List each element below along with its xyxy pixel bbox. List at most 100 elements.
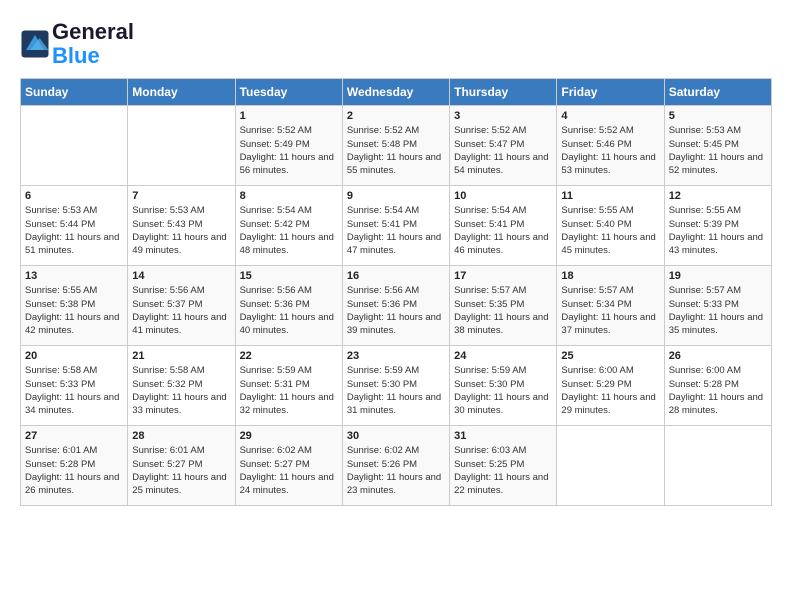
header-day: Sunday xyxy=(21,79,128,106)
day-number: 2 xyxy=(347,110,445,122)
calendar-week-row: 20 Sunrise: 5:58 AMSunset: 5:33 PMDaylig… xyxy=(21,346,772,426)
calendar-cell: 20 Sunrise: 5:58 AMSunset: 5:33 PMDaylig… xyxy=(21,346,128,426)
header-day: Tuesday xyxy=(235,79,342,106)
day-detail: Sunrise: 5:55 AMSunset: 5:40 PMDaylight:… xyxy=(561,204,659,257)
day-detail: Sunrise: 5:56 AMSunset: 5:36 PMDaylight:… xyxy=(240,284,338,337)
calendar-cell: 6 Sunrise: 5:53 AMSunset: 5:44 PMDayligh… xyxy=(21,186,128,266)
day-detail: Sunrise: 5:59 AMSunset: 5:31 PMDaylight:… xyxy=(240,364,338,417)
logo-text: GeneralBlue xyxy=(52,20,134,68)
calendar-cell: 14 Sunrise: 5:56 AMSunset: 5:37 PMDaylig… xyxy=(128,266,235,346)
calendar-body: 1 Sunrise: 5:52 AMSunset: 5:49 PMDayligh… xyxy=(21,106,772,506)
day-number: 10 xyxy=(454,190,552,202)
calendar-week-row: 6 Sunrise: 5:53 AMSunset: 5:44 PMDayligh… xyxy=(21,186,772,266)
calendar-table: SundayMondayTuesdayWednesdayThursdayFrid… xyxy=(20,78,772,506)
day-number: 27 xyxy=(25,430,123,442)
day-detail: Sunrise: 5:53 AMSunset: 5:43 PMDaylight:… xyxy=(132,204,230,257)
logo: GeneralBlue xyxy=(20,20,134,68)
day-number: 5 xyxy=(669,110,767,122)
calendar-cell: 13 Sunrise: 5:55 AMSunset: 5:38 PMDaylig… xyxy=(21,266,128,346)
day-number: 11 xyxy=(561,190,659,202)
day-detail: Sunrise: 5:53 AMSunset: 5:45 PMDaylight:… xyxy=(669,124,767,177)
header-day: Saturday xyxy=(664,79,771,106)
day-number: 13 xyxy=(25,270,123,282)
day-number: 24 xyxy=(454,350,552,362)
day-detail: Sunrise: 6:01 AMSunset: 5:27 PMDaylight:… xyxy=(132,444,230,497)
day-detail: Sunrise: 5:54 AMSunset: 5:41 PMDaylight:… xyxy=(454,204,552,257)
day-number: 17 xyxy=(454,270,552,282)
day-detail: Sunrise: 5:59 AMSunset: 5:30 PMDaylight:… xyxy=(454,364,552,417)
calendar-cell: 21 Sunrise: 5:58 AMSunset: 5:32 PMDaylig… xyxy=(128,346,235,426)
calendar-cell: 15 Sunrise: 5:56 AMSunset: 5:36 PMDaylig… xyxy=(235,266,342,346)
header-day: Thursday xyxy=(450,79,557,106)
day-detail: Sunrise: 5:54 AMSunset: 5:42 PMDaylight:… xyxy=(240,204,338,257)
calendar-cell xyxy=(664,426,771,506)
calendar-cell: 18 Sunrise: 5:57 AMSunset: 5:34 PMDaylig… xyxy=(557,266,664,346)
day-detail: Sunrise: 5:53 AMSunset: 5:44 PMDaylight:… xyxy=(25,204,123,257)
day-detail: Sunrise: 6:00 AMSunset: 5:29 PMDaylight:… xyxy=(561,364,659,417)
day-detail: Sunrise: 5:56 AMSunset: 5:37 PMDaylight:… xyxy=(132,284,230,337)
day-number: 6 xyxy=(25,190,123,202)
header-day: Friday xyxy=(557,79,664,106)
day-number: 7 xyxy=(132,190,230,202)
day-number: 26 xyxy=(669,350,767,362)
day-detail: Sunrise: 5:57 AMSunset: 5:33 PMDaylight:… xyxy=(669,284,767,337)
calendar-cell: 26 Sunrise: 6:00 AMSunset: 5:28 PMDaylig… xyxy=(664,346,771,426)
day-detail: Sunrise: 6:01 AMSunset: 5:28 PMDaylight:… xyxy=(25,444,123,497)
calendar-cell: 7 Sunrise: 5:53 AMSunset: 5:43 PMDayligh… xyxy=(128,186,235,266)
day-number: 20 xyxy=(25,350,123,362)
day-number: 23 xyxy=(347,350,445,362)
day-number: 3 xyxy=(454,110,552,122)
header-row: SundayMondayTuesdayWednesdayThursdayFrid… xyxy=(21,79,772,106)
day-number: 12 xyxy=(669,190,767,202)
day-number: 18 xyxy=(561,270,659,282)
day-detail: Sunrise: 5:57 AMSunset: 5:34 PMDaylight:… xyxy=(561,284,659,337)
day-number: 1 xyxy=(240,110,338,122)
day-detail: Sunrise: 5:52 AMSunset: 5:49 PMDaylight:… xyxy=(240,124,338,177)
day-detail: Sunrise: 6:02 AMSunset: 5:27 PMDaylight:… xyxy=(240,444,338,497)
calendar-cell: 30 Sunrise: 6:02 AMSunset: 5:26 PMDaylig… xyxy=(342,426,449,506)
calendar-cell: 1 Sunrise: 5:52 AMSunset: 5:49 PMDayligh… xyxy=(235,106,342,186)
day-detail: Sunrise: 6:02 AMSunset: 5:26 PMDaylight:… xyxy=(347,444,445,497)
calendar-cell: 19 Sunrise: 5:57 AMSunset: 5:33 PMDaylig… xyxy=(664,266,771,346)
day-detail: Sunrise: 5:57 AMSunset: 5:35 PMDaylight:… xyxy=(454,284,552,337)
calendar-cell: 12 Sunrise: 5:55 AMSunset: 5:39 PMDaylig… xyxy=(664,186,771,266)
calendar-cell xyxy=(128,106,235,186)
calendar-cell: 17 Sunrise: 5:57 AMSunset: 5:35 PMDaylig… xyxy=(450,266,557,346)
calendar-cell: 23 Sunrise: 5:59 AMSunset: 5:30 PMDaylig… xyxy=(342,346,449,426)
calendar-cell xyxy=(557,426,664,506)
day-detail: Sunrise: 5:54 AMSunset: 5:41 PMDaylight:… xyxy=(347,204,445,257)
day-number: 19 xyxy=(669,270,767,282)
calendar-cell: 16 Sunrise: 5:56 AMSunset: 5:36 PMDaylig… xyxy=(342,266,449,346)
calendar-cell: 22 Sunrise: 5:59 AMSunset: 5:31 PMDaylig… xyxy=(235,346,342,426)
day-number: 22 xyxy=(240,350,338,362)
day-number: 30 xyxy=(347,430,445,442)
calendar-cell: 27 Sunrise: 6:01 AMSunset: 5:28 PMDaylig… xyxy=(21,426,128,506)
day-detail: Sunrise: 5:52 AMSunset: 5:46 PMDaylight:… xyxy=(561,124,659,177)
calendar-header: SundayMondayTuesdayWednesdayThursdayFrid… xyxy=(21,79,772,106)
day-detail: Sunrise: 5:55 AMSunset: 5:39 PMDaylight:… xyxy=(669,204,767,257)
day-detail: Sunrise: 5:55 AMSunset: 5:38 PMDaylight:… xyxy=(25,284,123,337)
day-number: 15 xyxy=(240,270,338,282)
day-number: 29 xyxy=(240,430,338,442)
day-detail: Sunrise: 6:00 AMSunset: 5:28 PMDaylight:… xyxy=(669,364,767,417)
day-detail: Sunrise: 5:56 AMSunset: 5:36 PMDaylight:… xyxy=(347,284,445,337)
page-header: GeneralBlue xyxy=(20,20,772,68)
calendar-cell: 25 Sunrise: 6:00 AMSunset: 5:29 PMDaylig… xyxy=(557,346,664,426)
day-number: 9 xyxy=(347,190,445,202)
calendar-week-row: 13 Sunrise: 5:55 AMSunset: 5:38 PMDaylig… xyxy=(21,266,772,346)
logo-blue-text: Blue xyxy=(52,43,100,68)
day-number: 28 xyxy=(132,430,230,442)
day-detail: Sunrise: 5:58 AMSunset: 5:33 PMDaylight:… xyxy=(25,364,123,417)
calendar-cell: 24 Sunrise: 5:59 AMSunset: 5:30 PMDaylig… xyxy=(450,346,557,426)
day-number: 31 xyxy=(454,430,552,442)
day-detail: Sunrise: 5:52 AMSunset: 5:47 PMDaylight:… xyxy=(454,124,552,177)
calendar-cell: 28 Sunrise: 6:01 AMSunset: 5:27 PMDaylig… xyxy=(128,426,235,506)
day-number: 21 xyxy=(132,350,230,362)
day-number: 4 xyxy=(561,110,659,122)
day-number: 8 xyxy=(240,190,338,202)
calendar-cell: 9 Sunrise: 5:54 AMSunset: 5:41 PMDayligh… xyxy=(342,186,449,266)
calendar-cell: 29 Sunrise: 6:02 AMSunset: 5:27 PMDaylig… xyxy=(235,426,342,506)
calendar-week-row: 1 Sunrise: 5:52 AMSunset: 5:49 PMDayligh… xyxy=(21,106,772,186)
calendar-cell: 5 Sunrise: 5:53 AMSunset: 5:45 PMDayligh… xyxy=(664,106,771,186)
day-detail: Sunrise: 5:52 AMSunset: 5:48 PMDaylight:… xyxy=(347,124,445,177)
